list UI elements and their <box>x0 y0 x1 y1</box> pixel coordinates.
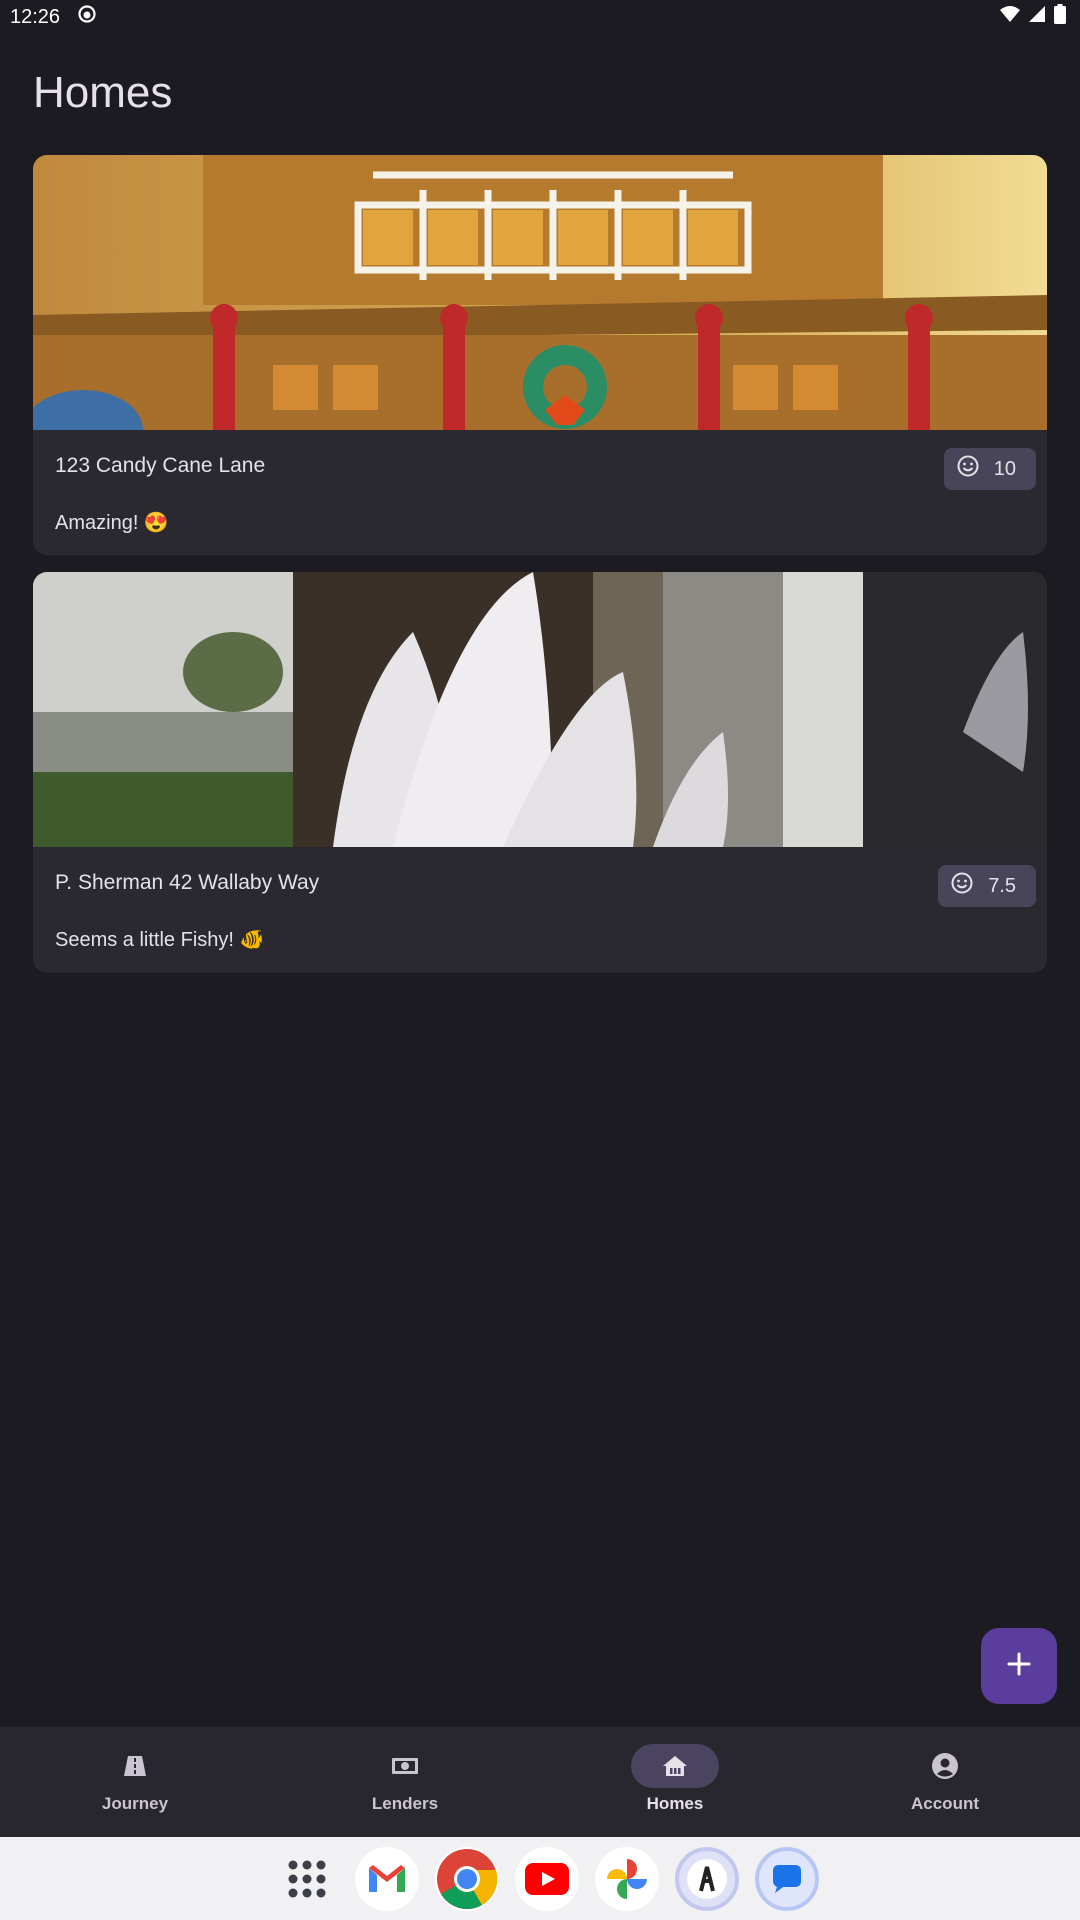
nav-item-homes[interactable]: Homes <box>540 1727 810 1837</box>
rating-value: 10 <box>993 457 1016 480</box>
money-icon <box>361 1744 449 1788</box>
rating-chip[interactable]: 7.5 <box>938 865 1036 907</box>
battery-icon <box>1054 4 1066 30</box>
home-address: P. Sherman 42 Wallaby Way <box>55 871 320 894</box>
home-description: Seems a little Fishy! 🐠 <box>55 929 265 951</box>
home-icon <box>631 1744 719 1788</box>
status-bar: 12:26 <box>0 0 1080 34</box>
rating-chip[interactable]: 10 <box>943 448 1036 490</box>
nav-item-lenders[interactable]: Lenders <box>270 1727 540 1837</box>
app-notification-icon <box>78 5 96 29</box>
add-home-button[interactable] <box>981 1628 1057 1704</box>
nav-label: Account <box>911 1794 979 1813</box>
plus-icon <box>1006 1651 1032 1682</box>
gmail-icon[interactable] <box>355 1846 419 1911</box>
app-drawer-icon[interactable] <box>275 1847 339 1911</box>
home-description: Amazing! 😍 <box>55 512 169 534</box>
nav-item-account[interactable]: Account <box>810 1727 1080 1837</box>
rating-value: 7.5 <box>988 874 1016 897</box>
home-card[interactable]: 123 Candy Cane Lane 10 Amazing! 😍 <box>33 155 1047 555</box>
youtube-icon[interactable] <box>515 1846 579 1911</box>
photos-icon[interactable] <box>595 1846 659 1911</box>
nav-item-journey[interactable]: Journey <box>0 1727 270 1837</box>
account-icon <box>901 1744 989 1788</box>
app-icon[interactable] <box>675 1846 739 1911</box>
wifi-icon <box>1000 5 1020 29</box>
messages-icon[interactable] <box>755 1846 819 1911</box>
signal-icon <box>1028 5 1046 29</box>
app-dock <box>0 1837 1080 1920</box>
smiley-icon <box>956 454 980 484</box>
nav-label: Lenders <box>371 1794 439 1813</box>
home-address: 123 Candy Cane Lane <box>55 454 266 477</box>
nav-label: Journey <box>101 1794 169 1813</box>
status-time: 12:26 <box>10 5 61 28</box>
page-title: Homes <box>33 68 173 117</box>
gingerbread-house-photo <box>33 155 1047 430</box>
chrome-icon[interactable] <box>435 1846 499 1911</box>
nav-label: Homes <box>646 1794 704 1813</box>
home-card[interactable]: P. Sherman 42 Wallaby Way 7.5 Seems a li… <box>33 572 1047 973</box>
opera-house-decal-photo <box>33 572 1047 847</box>
road-icon <box>91 1744 179 1788</box>
bottom-navigation: Journey Lenders Homes Account <box>0 1727 1080 1837</box>
smiley-icon <box>950 871 974 901</box>
